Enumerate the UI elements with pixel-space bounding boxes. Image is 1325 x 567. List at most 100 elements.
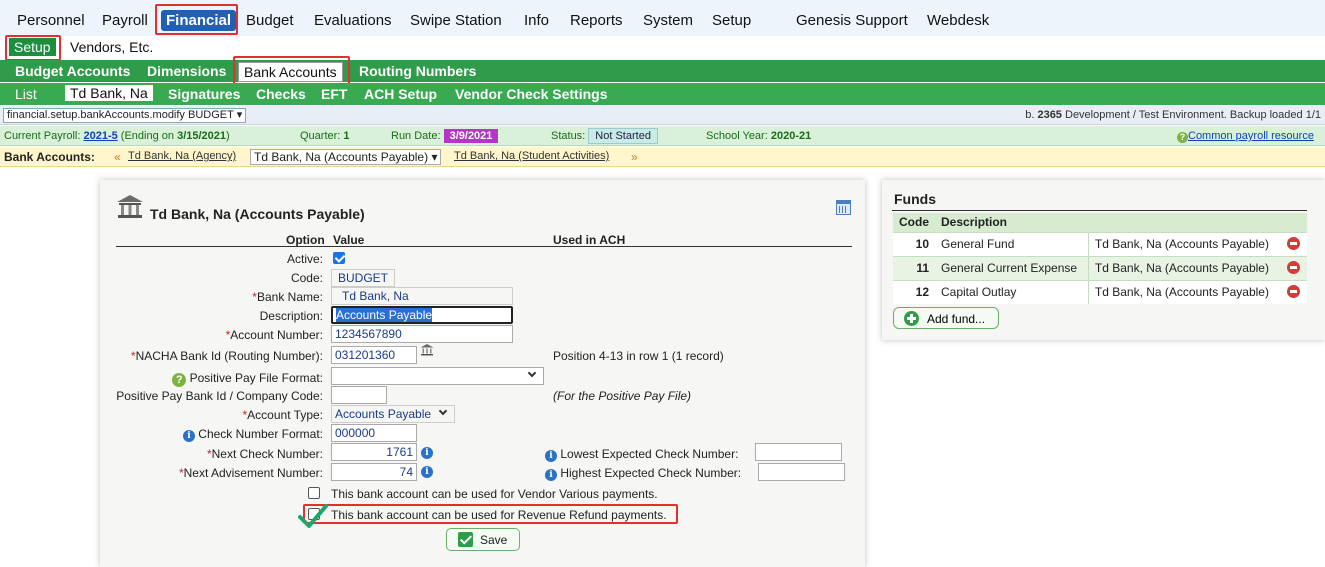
prev-arrow-icon[interactable]: « bbox=[114, 150, 121, 164]
bank-accounts-label: Bank Accounts: bbox=[4, 150, 95, 164]
submenu-vendors[interactable]: Vendors, Etc. bbox=[70, 39, 153, 55]
menu-info[interactable]: Info bbox=[524, 12, 549, 29]
next-check-field[interactable]: 1761 bbox=[331, 443, 417, 461]
tab-list[interactable]: List bbox=[15, 86, 37, 102]
table-row: 11 General Current Expense Td Bank, Na (… bbox=[893, 255, 1307, 280]
tab-current-bank[interactable]: Td Bank, Na bbox=[65, 85, 153, 101]
info-icon[interactable]: i bbox=[545, 469, 557, 481]
ending-label: (Ending on bbox=[117, 130, 178, 142]
highest-check-field[interactable] bbox=[758, 463, 845, 481]
highest-check-label: i Highest Expected Check Number: bbox=[545, 466, 741, 481]
fund-bank: Td Bank, Na (Accounts Payable) bbox=[1087, 255, 1281, 280]
header-divider bbox=[116, 246, 852, 247]
account-type-label-text: Account Type: bbox=[247, 408, 323, 422]
fund-bank: Td Bank, Na (Accounts Payable) bbox=[1087, 231, 1281, 256]
setup-menu: Budget Accounts Dimensions Bank Accounts… bbox=[0, 60, 1325, 82]
school-year: School Year: 2020-21 bbox=[706, 130, 811, 142]
ppf-bank-id-field[interactable] bbox=[331, 386, 387, 404]
resources: ? Common payroll resource bbox=[1177, 130, 1314, 143]
help-icon: ? bbox=[1177, 132, 1188, 143]
bank-account-selected: Td Bank, Na (Accounts Payable) bbox=[254, 150, 429, 164]
ppf-bank-id-label: Positive Pay Bank Id / Company Code: bbox=[116, 389, 323, 403]
account-type-label: *Account Type: bbox=[242, 408, 324, 422]
ppf-ach-note: (For the Positive Pay File) bbox=[553, 389, 692, 403]
menu-payroll[interactable]: Payroll bbox=[102, 12, 148, 29]
menu-budget[interactable]: Budget bbox=[246, 12, 294, 29]
account-type-select[interactable]: Accounts Payable bbox=[331, 405, 455, 423]
description-value: Accounts Payable bbox=[336, 308, 433, 322]
save-button[interactable]: Save bbox=[446, 528, 520, 551]
menu-swipe-station[interactable]: Swipe Station bbox=[410, 12, 502, 29]
form-title: Td Bank, Na (Accounts Payable) bbox=[150, 206, 365, 222]
next-check-label-text: Next Check Number: bbox=[211, 447, 323, 461]
tab-eft[interactable]: EFT bbox=[321, 86, 347, 102]
tab-ach-setup[interactable]: ACH Setup bbox=[364, 86, 437, 102]
bank-name-field[interactable]: Td Bank, Na bbox=[331, 287, 513, 305]
delete-icon[interactable] bbox=[1287, 261, 1300, 274]
fund-description: Capital Outlay bbox=[935, 279, 1089, 304]
account-number-label-text: Account Number: bbox=[230, 328, 323, 342]
description-field[interactable]: Accounts Payable bbox=[331, 306, 513, 324]
nacha-ach-note: Position 4-13 in row 1 (1 record) bbox=[553, 349, 724, 363]
vendor-various-label: This bank account can be used for Vendor… bbox=[331, 487, 658, 501]
highlight-bank-accounts bbox=[233, 56, 350, 85]
delete-icon[interactable] bbox=[1287, 285, 1300, 299]
delete-icon[interactable] bbox=[1287, 237, 1300, 250]
vendor-various-checkbox[interactable] bbox=[308, 487, 320, 499]
menu-personnel[interactable]: Personnel bbox=[17, 12, 85, 29]
path-select[interactable]: financial.setup.bankAccounts.modify BUDG… bbox=[3, 108, 247, 123]
lowest-check-label: i Lowest Expected Check Number: bbox=[545, 447, 738, 462]
active-checkbox[interactable] bbox=[333, 252, 345, 264]
info-icon[interactable]: i bbox=[182, 430, 195, 442]
bank-link-student[interactable]: Td Bank, Na (Student Activities) bbox=[454, 150, 609, 162]
table-row: 10 General Fund Td Bank, Na (Accounts Pa… bbox=[893, 231, 1307, 256]
info-icon[interactable]: i bbox=[421, 466, 433, 478]
bank-lookup-icon[interactable] bbox=[420, 343, 434, 357]
checkmark-icon bbox=[458, 532, 473, 547]
next-advisement-field[interactable]: 74 bbox=[331, 463, 417, 481]
fund-bank: Td Bank, Na (Accounts Payable) bbox=[1087, 279, 1281, 304]
quarter: Quarter: 1 bbox=[300, 130, 350, 142]
tab-checks[interactable]: Checks bbox=[256, 86, 306, 102]
school-year-label: School Year: bbox=[706, 130, 771, 142]
setup-routing-numbers[interactable]: Routing Numbers bbox=[359, 63, 476, 79]
chevron-down-icon: ▾ bbox=[431, 150, 438, 164]
quarter-value: 1 bbox=[343, 130, 350, 142]
setup-budget-accounts[interactable]: Budget Accounts bbox=[15, 63, 130, 79]
help-icon[interactable]: ? bbox=[172, 373, 187, 387]
common-payroll-resources-link[interactable]: Common payroll resource bbox=[1188, 130, 1314, 142]
school-year-value: 2020-21 bbox=[770, 130, 812, 142]
run-date-label: Run Date: bbox=[391, 130, 444, 142]
funds-divider bbox=[892, 210, 1307, 211]
payroll-bar: Current Payroll: 2021-5 (Ending on 3/15/… bbox=[0, 126, 1325, 146]
menu-webdesk[interactable]: Webdesk bbox=[927, 12, 989, 29]
add-fund-button[interactable]: Add fund... bbox=[893, 307, 999, 329]
menu-genesis-support[interactable]: Genesis Support bbox=[796, 12, 908, 29]
menu-reports[interactable]: Reports bbox=[570, 12, 623, 29]
next-arrow-icon[interactable]: » bbox=[631, 150, 638, 164]
calendar-icon[interactable] bbox=[836, 200, 851, 215]
info-icon[interactable]: i bbox=[545, 450, 557, 462]
setup-dimensions[interactable]: Dimensions bbox=[147, 63, 226, 79]
lowest-check-field[interactable] bbox=[755, 443, 842, 461]
nacha-field[interactable]: 031201360 bbox=[331, 346, 417, 364]
fund-description: General Fund bbox=[935, 231, 1089, 256]
bank-link-agency[interactable]: Td Bank, Na (Agency) bbox=[128, 150, 236, 162]
tab-signatures[interactable]: Signatures bbox=[168, 86, 240, 102]
current-payroll-link[interactable]: 2021-5 bbox=[83, 130, 117, 142]
check-format-field[interactable]: 000000 bbox=[331, 424, 417, 442]
account-number-field[interactable]: 1234567890 bbox=[331, 325, 513, 343]
add-fund-label: Add fund... bbox=[927, 312, 986, 326]
info-icon[interactable]: i bbox=[421, 447, 433, 459]
highlight-revenue-refund bbox=[303, 504, 678, 524]
bank-account-select[interactable]: Td Bank, Na (Accounts Payable) ▾ bbox=[250, 149, 442, 165]
add-icon bbox=[904, 311, 919, 326]
ppf-format-select[interactable] bbox=[331, 367, 544, 385]
highest-check-label-text: Highest Expected Check Number: bbox=[560, 466, 742, 480]
menu-evaluations[interactable]: Evaluations bbox=[314, 12, 392, 29]
fund-code: 11 bbox=[893, 255, 935, 280]
menu-system[interactable]: System bbox=[643, 12, 693, 29]
funds-panel: Funds Code Description 10 General Fund T… bbox=[882, 180, 1325, 340]
tab-vendor-check-settings[interactable]: Vendor Check Settings bbox=[455, 86, 607, 102]
menu-setup[interactable]: Setup bbox=[712, 12, 751, 29]
